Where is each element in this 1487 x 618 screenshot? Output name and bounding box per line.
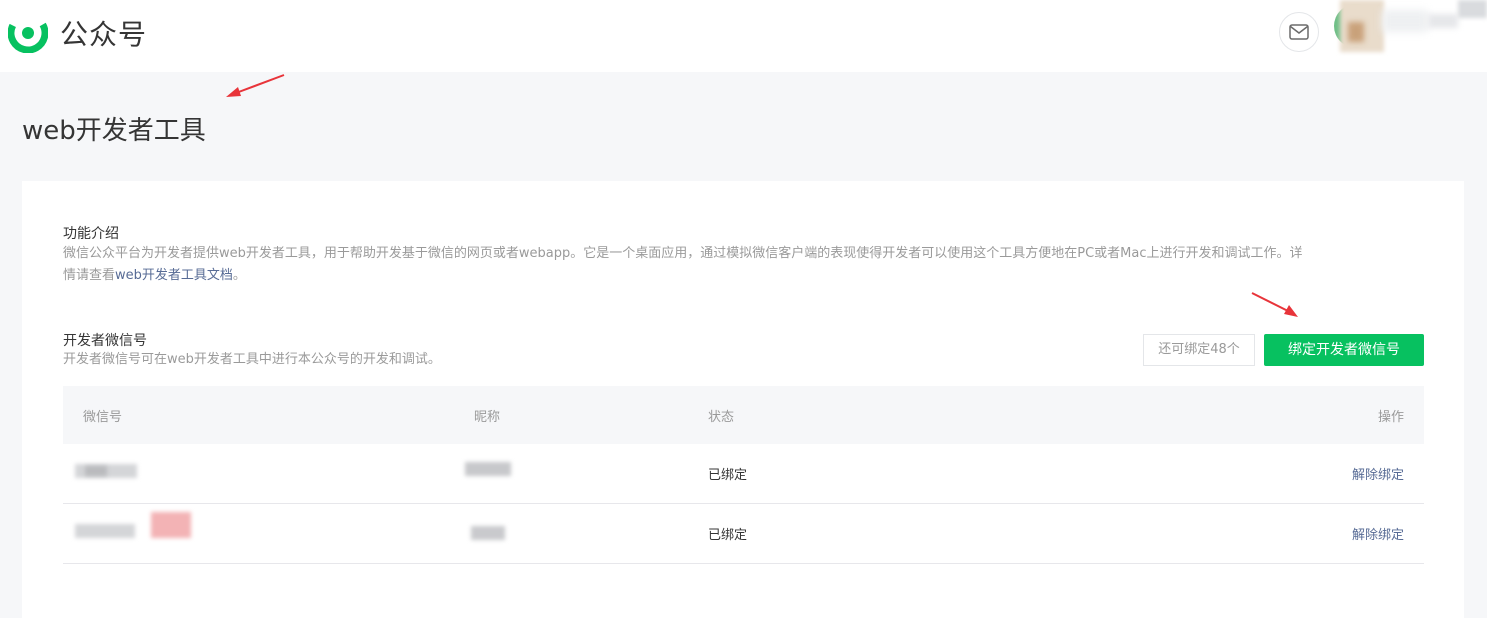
- column-nickname: 昵称: [474, 409, 501, 425]
- intro-text-suffix: 。: [232, 268, 246, 283]
- avatar[interactable]: [1334, 0, 1487, 56]
- envelope-icon: [1289, 24, 1309, 40]
- redacted-nickname: [471, 526, 505, 540]
- intro-label: 功能介绍: [63, 226, 119, 242]
- developers-desc: 开发者微信号可在web开发者工具中进行本公众号的开发和调试。: [63, 352, 441, 367]
- intro-text-prefix: 情请查看: [63, 268, 116, 283]
- wechat-mp-logo-icon: [8, 13, 48, 53]
- logo[interactable]: 公众号: [8, 13, 147, 53]
- top-bar: 公众号: [0, 0, 1487, 72]
- annotation-arrow: [226, 74, 285, 97]
- table-row: 已绑定 解除绑定: [63, 444, 1424, 504]
- column-action: 操作: [1377, 409, 1404, 425]
- app-name: 公众号: [60, 18, 148, 51]
- mail-button[interactable]: [1279, 12, 1319, 52]
- table-header: 微信号 昵称 状态 操作: [63, 386, 1424, 444]
- doc-link[interactable]: web开发者工具文档: [115, 268, 233, 283]
- column-wechat-id: 微信号: [83, 409, 123, 425]
- developers-label: 开发者微信号: [63, 333, 147, 349]
- remaining-count: 还可绑定48个: [1143, 334, 1255, 366]
- content-card: 功能介绍 微信公众平台为开发者提供web开发者工具，用于帮助开发基于微信的网页或…: [22, 181, 1464, 618]
- redacted-wechat-id: [75, 524, 135, 538]
- intro-text-line1: 微信公众平台为开发者提供web开发者工具，用于帮助开发基于微信的网页或者weba…: [63, 246, 1303, 261]
- bind-developer-button[interactable]: 绑定开发者微信号: [1264, 334, 1424, 366]
- intro-text: 微信公众平台为开发者提供web开发者工具，用于帮助开发基于微信的网页或者weba…: [63, 243, 1424, 287]
- unbind-link[interactable]: 解除绑定: [1352, 444, 1404, 503]
- redacted-nickname: [465, 462, 511, 476]
- page-title: web开发者工具: [22, 116, 206, 146]
- status-text: 已绑定: [708, 528, 748, 543]
- developers-table: 微信号 昵称 状态 操作 已绑定 解除绑定 已绑定 解除绑定: [63, 386, 1424, 564]
- status-text: 已绑定: [708, 468, 748, 483]
- unbind-link[interactable]: 解除绑定: [1352, 504, 1404, 563]
- table-row: 已绑定 解除绑定: [63, 504, 1424, 564]
- annotation-arrow: [1251, 292, 1298, 317]
- column-status: 状态: [708, 409, 735, 425]
